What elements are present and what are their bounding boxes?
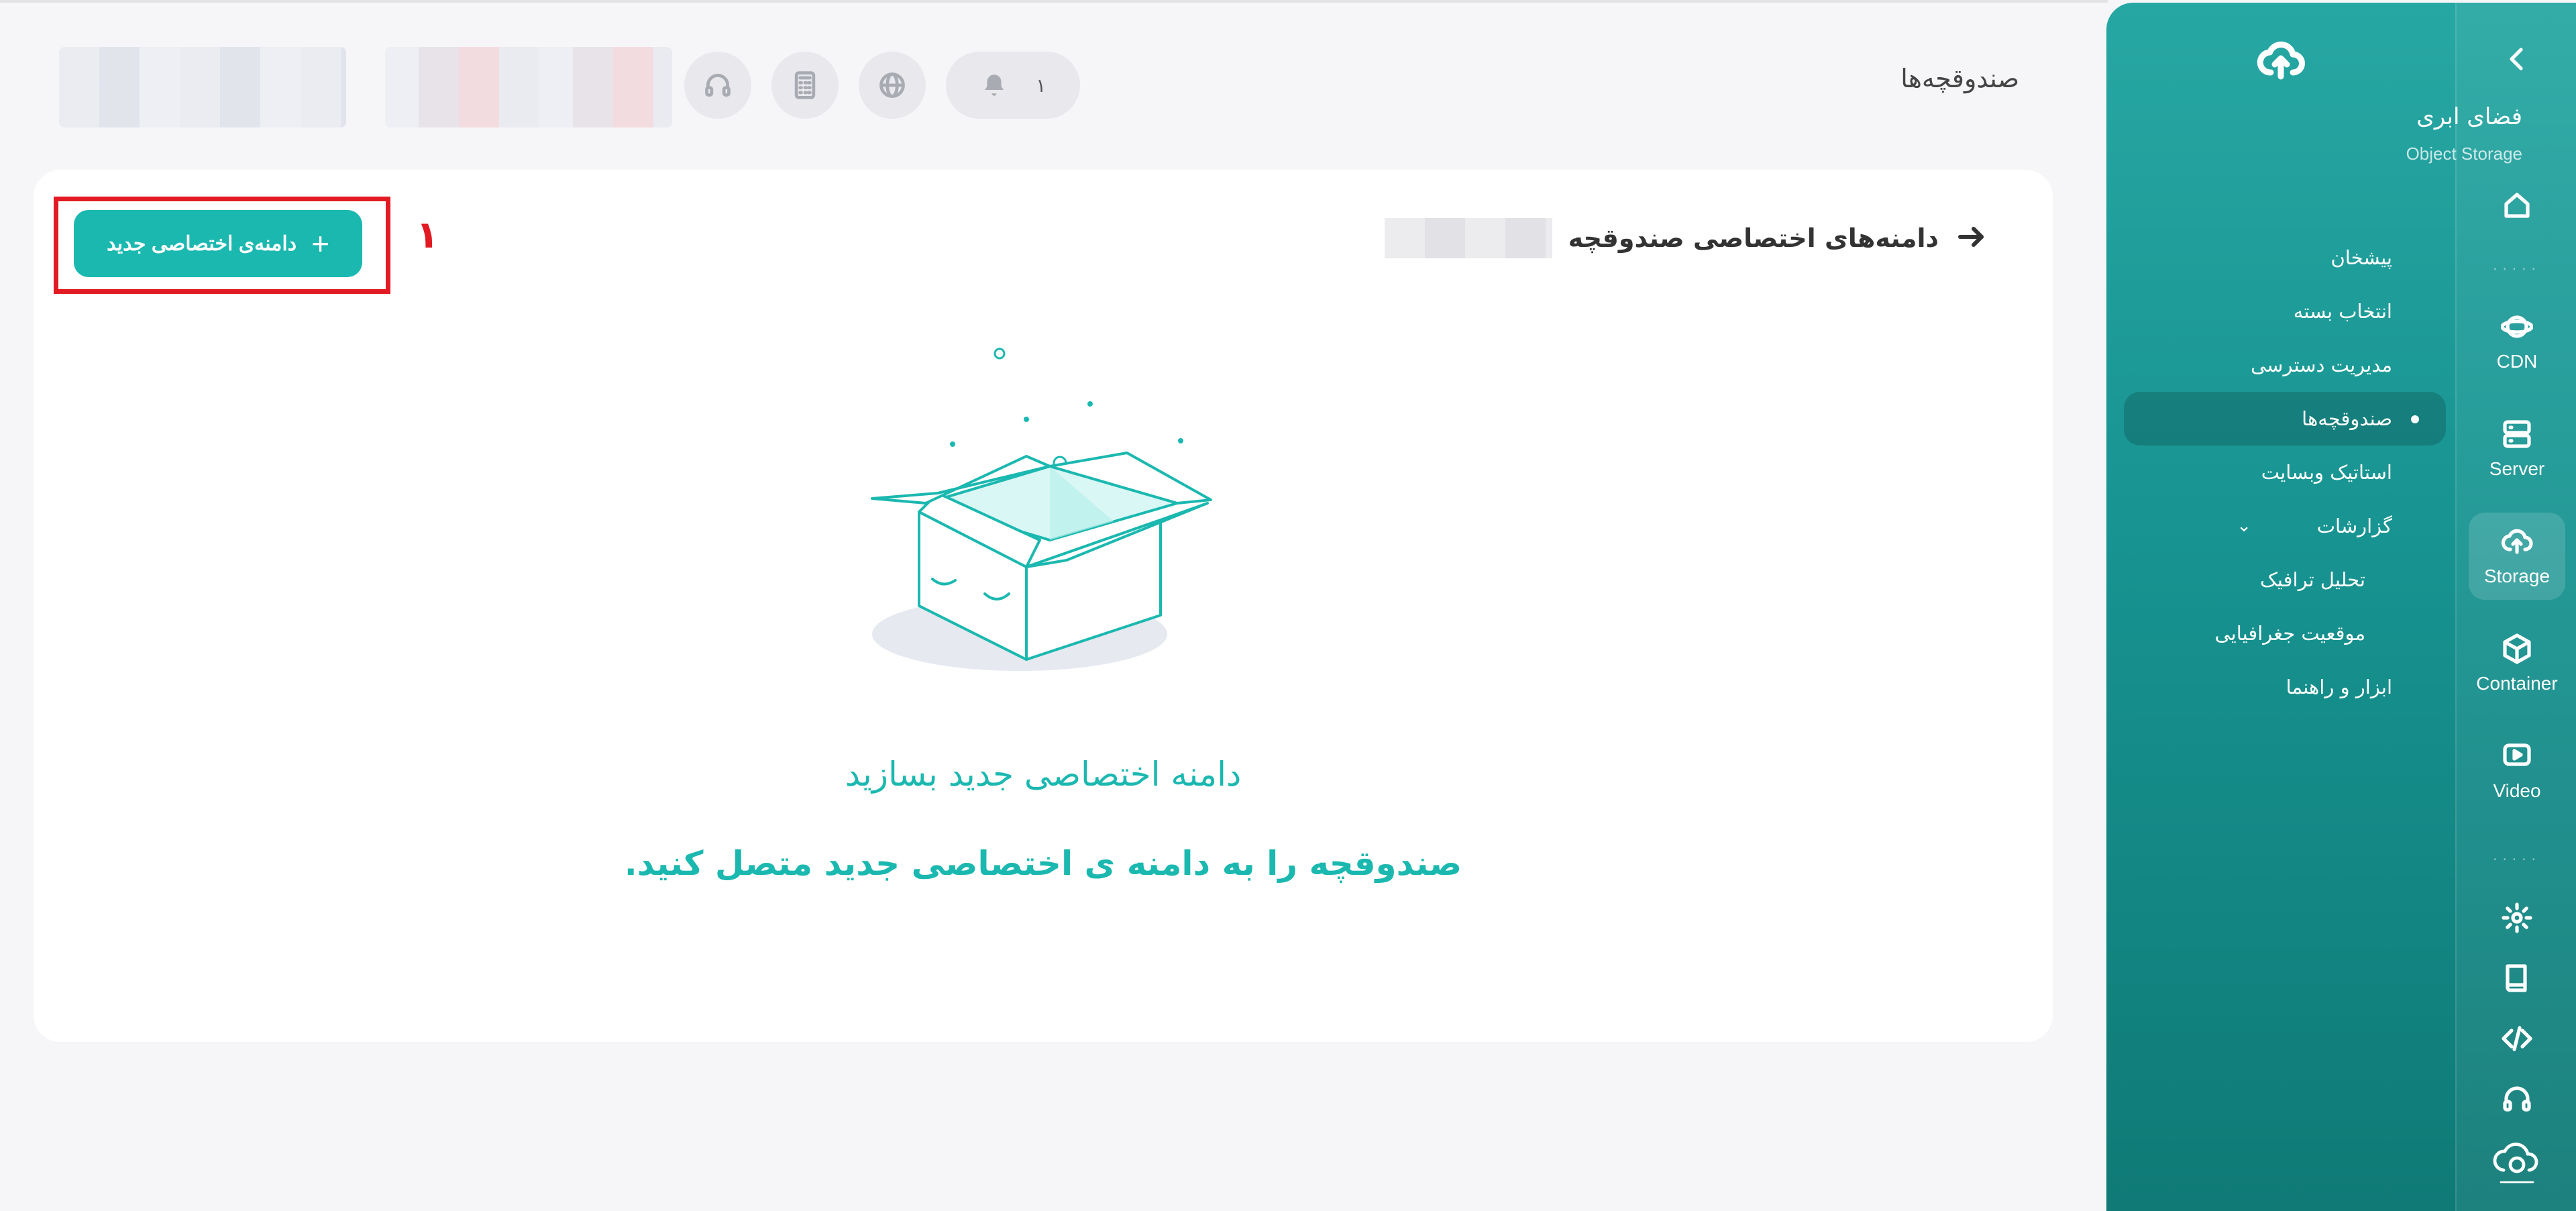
- sidebar-item-reports[interactable]: گزارشات ⌄: [2124, 499, 2446, 553]
- home-button[interactable]: [2501, 189, 2533, 221]
- sidebar-menu: پیشخان انتخاب بسته مدیریت دسترسی صندوقچه…: [2124, 231, 2446, 714]
- rail-label-container: Container: [2476, 673, 2558, 694]
- breadcrumb-title: دامنه‌های اختصاصی صندوقچه: [1568, 223, 1939, 253]
- new-domain-button[interactable]: + دامنه‌ی اختصاصی جدید: [74, 210, 362, 277]
- rail-item-container[interactable]: Container: [2469, 620, 2565, 707]
- sidebar-item-static-website[interactable]: استاتیک وبسایت: [2124, 445, 2446, 499]
- panel-header: [2106, 36, 2455, 87]
- calculator-button[interactable]: [771, 52, 839, 119]
- page-title: صندوقچه‌ها: [1900, 64, 2019, 93]
- sidebar-item-dashboard[interactable]: پیشخان: [2124, 231, 2446, 284]
- step-number: ۱: [416, 213, 439, 257]
- panel-title: فضای ابری: [2416, 103, 2522, 130]
- service-rail: ····· CDN Server Storage Container Video…: [2455, 3, 2576, 1211]
- sidebar-item-tools[interactable]: ابزار و راهنما: [2124, 660, 2446, 714]
- sidebar-item-buckets[interactable]: صندوقچه‌ها: [2124, 392, 2446, 445]
- video-icon: [2503, 743, 2531, 766]
- bucket-name-redacted: [1384, 218, 1552, 258]
- rail-label-storage: Storage: [2483, 566, 2551, 586]
- chevron-left-icon: [2510, 48, 2523, 70]
- top-border: [0, 0, 2108, 3]
- divider-dots: ·····: [2493, 851, 2541, 867]
- plus-icon: +: [311, 226, 329, 261]
- panel-subtitle: Object Storage: [2406, 144, 2522, 164]
- sidebar-item-access[interactable]: مدیریت دسترسی: [2124, 338, 2446, 392]
- home-icon: [2504, 193, 2530, 218]
- sidebar: ····· CDN Server Storage Container Video…: [2106, 3, 2576, 1211]
- docs-button[interactable]: [2501, 962, 2533, 994]
- calculator-icon: [794, 71, 816, 99]
- cdn-icon: [2501, 315, 2533, 338]
- empty-box-illustration: [871, 348, 1212, 671]
- cube-icon: [2503, 633, 2531, 664]
- breadcrumb: دامنه‌های اختصاصی صندوقچه: [1384, 218, 1987, 258]
- support-rail-button[interactable]: [2501, 1083, 2533, 1115]
- rail-label-cdn: CDN: [2496, 351, 2538, 372]
- api-button[interactable]: [2501, 1022, 2533, 1055]
- arvan-logo-icon: [2493, 1143, 2538, 1183]
- sidebar-item-reports-label: گزارشات: [2316, 515, 2392, 537]
- rail-label-video: Video: [2493, 780, 2541, 801]
- support-button[interactable]: [684, 52, 751, 119]
- rail-item-video[interactable]: Video: [2469, 727, 2565, 814]
- book-icon: [2506, 964, 2527, 992]
- headset-icon: [2503, 1086, 2531, 1112]
- globe-icon: [879, 72, 905, 98]
- rail-item-server[interactable]: Server: [2469, 405, 2565, 492]
- sidebar-item-traffic[interactable]: تحلیل ترافیک: [2124, 553, 2446, 607]
- sidebar-item-plan[interactable]: انتخاب بسته: [2124, 284, 2446, 338]
- back-arrow-icon[interactable]: [1955, 221, 1987, 256]
- cloud-upload-icon: [2501, 529, 2533, 554]
- user-info-redacted: [59, 47, 346, 127]
- rail-item-cdn[interactable]: CDN: [2469, 298, 2565, 385]
- language-button[interactable]: [859, 52, 926, 119]
- rail-item-storage[interactable]: Storage: [2469, 513, 2565, 600]
- empty-state-subtitle: صندوقچه را به دامنه ی اختصاصی جدید متصل …: [624, 844, 1462, 883]
- rail-label-server: Server: [2489, 458, 2545, 479]
- account-info-redacted: [385, 47, 672, 127]
- server-icon: [2503, 420, 2531, 448]
- divider-dots: ·····: [2493, 261, 2541, 277]
- settings-button[interactable]: [2501, 902, 2533, 934]
- gear-icon: [2502, 902, 2532, 933]
- notification-count: ۱: [1036, 74, 1046, 97]
- cloud-upload-icon: [2257, 36, 2305, 85]
- collapse-sidebar-button[interactable]: [2501, 43, 2533, 75]
- sidebar-item-geo[interactable]: موقعیت جغرافیایی: [2124, 607, 2446, 660]
- notifications-button[interactable]: ۱: [946, 52, 1080, 119]
- bell-icon: [984, 74, 1004, 96]
- new-domain-button-label: دامنه‌ی اختصاصی جدید: [107, 232, 297, 255]
- brand-logo[interactable]: [2490, 1135, 2544, 1189]
- headset-icon: [705, 74, 731, 97]
- chevron-down-icon: ⌄: [2237, 516, 2251, 536]
- empty-state-title: دامنه اختصاصی جدید بسازید: [845, 755, 1242, 794]
- code-icon: [2502, 1026, 2532, 1051]
